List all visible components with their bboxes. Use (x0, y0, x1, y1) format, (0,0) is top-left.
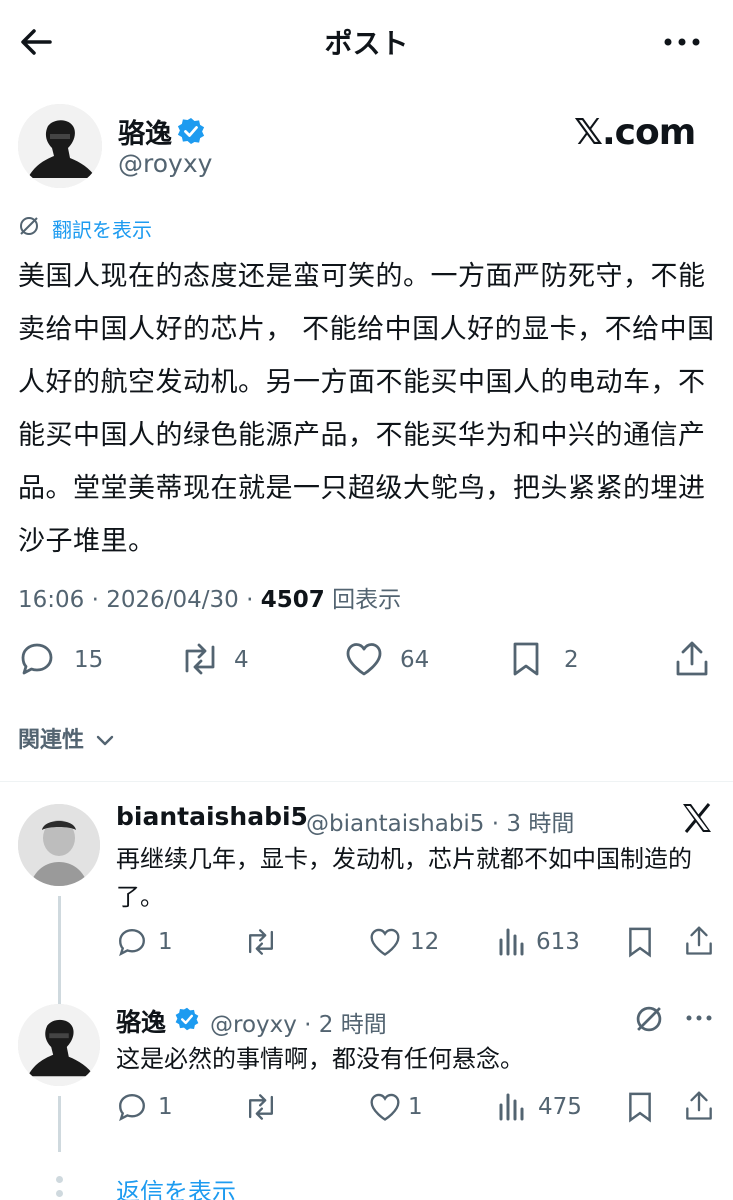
repost-icon[interactable] (242, 927, 280, 957)
like-icon[interactable] (368, 927, 402, 957)
view-count: 613 (536, 929, 580, 955)
post-time: 16:06 (18, 587, 85, 613)
view-count: 475 (538, 1094, 582, 1120)
like-count: 64 (400, 647, 430, 673)
thread-dot (56, 1176, 63, 1183)
post-date: 2026/04/30 (106, 587, 239, 613)
views-icon[interactable] (498, 1091, 526, 1121)
like-count: 1 (408, 1094, 423, 1120)
reply-text: 这是必然的事情啊，都没有任何悬念。 (116, 1045, 524, 1073)
repost-count: 4 (234, 647, 249, 673)
bookmark-icon[interactable] (626, 926, 654, 958)
reply-icon[interactable] (18, 640, 56, 678)
reply-author-name[interactable]: biantaishabi5 (116, 802, 308, 831)
author-handle[interactable]: @royxy (118, 149, 212, 178)
reply-count: 15 (74, 647, 104, 673)
reply-time: 3 時間 (506, 811, 575, 837)
divider (0, 781, 733, 782)
thread-line (58, 896, 61, 1006)
more-options-icon[interactable] (684, 1008, 714, 1028)
share-icon[interactable] (674, 640, 710, 678)
share-icon[interactable] (684, 1090, 714, 1122)
author-avatar[interactable] (18, 104, 102, 188)
post-text: 美国人现在的态度还是蛮可笑的。一方面严防死守，不能卖给中国人好的芯片， 不能给中… (18, 261, 715, 557)
reply-handle[interactable]: @royxy (210, 1012, 297, 1038)
chevron-down-icon (96, 735, 114, 747)
repost-icon[interactable] (178, 641, 222, 677)
like-count: 12 (410, 929, 440, 955)
reply-time: 2 時間 (318, 1012, 387, 1038)
like-icon[interactable] (344, 641, 384, 677)
reply-avatar[interactable] (18, 804, 100, 886)
show-replies-link[interactable]: 返信を表示 (116, 1172, 236, 1200)
translate-link[interactable]: 翻訳を表示 (52, 214, 152, 243)
view-count: 4507 (260, 587, 325, 613)
sort-label: 関連性 (18, 728, 85, 753)
reply-count: 1 (158, 929, 173, 955)
more-options-icon[interactable] (660, 26, 704, 58)
verified-badge-icon (174, 1006, 200, 1032)
reply-author-handle: @biantaishabi5 · 3 時間 (306, 811, 575, 837)
view-count-label: 回表示 (332, 587, 402, 613)
repost-icon[interactable] (242, 1092, 280, 1122)
bookmark-icon[interactable] (510, 641, 542, 677)
bookmark-icon[interactable] (626, 1091, 654, 1123)
reply-author-handle: @royxy · 2 時間 (210, 1012, 387, 1038)
bookmark-count: 2 (564, 647, 579, 673)
thread-line (58, 1096, 61, 1152)
page-title: ポスト (324, 27, 409, 60)
translate-icon[interactable] (18, 215, 40, 237)
reply-icon[interactable] (116, 1091, 148, 1123)
share-icon[interactable] (684, 925, 714, 957)
reply-icon[interactable] (116, 926, 148, 958)
reply-count: 1 (158, 1094, 173, 1120)
x-com-watermark: 𝕏.com (574, 112, 696, 153)
author-name[interactable]: 骆逸 (118, 112, 172, 151)
reply-handle[interactable]: @biantaishabi5 (306, 811, 484, 837)
translate-icon[interactable] (634, 1004, 664, 1034)
x-logo-icon (680, 802, 714, 834)
post-meta: 16:06 · 2026/04/30 · 4507 回表示 (18, 587, 402, 613)
views-icon[interactable] (498, 926, 526, 956)
reply-avatar[interactable] (18, 1004, 100, 1086)
thread-dot (56, 1190, 63, 1197)
reply-text: 再继续几年，显卡，发动机，芯片就都不如中国制造的了。 (116, 845, 692, 911)
verified-badge-icon (176, 116, 206, 146)
reply-author-name[interactable]: 骆逸 (116, 1003, 166, 1039)
like-icon[interactable] (368, 1092, 402, 1122)
sort-relevance-dropdown[interactable]: 関連性 (18, 722, 114, 754)
